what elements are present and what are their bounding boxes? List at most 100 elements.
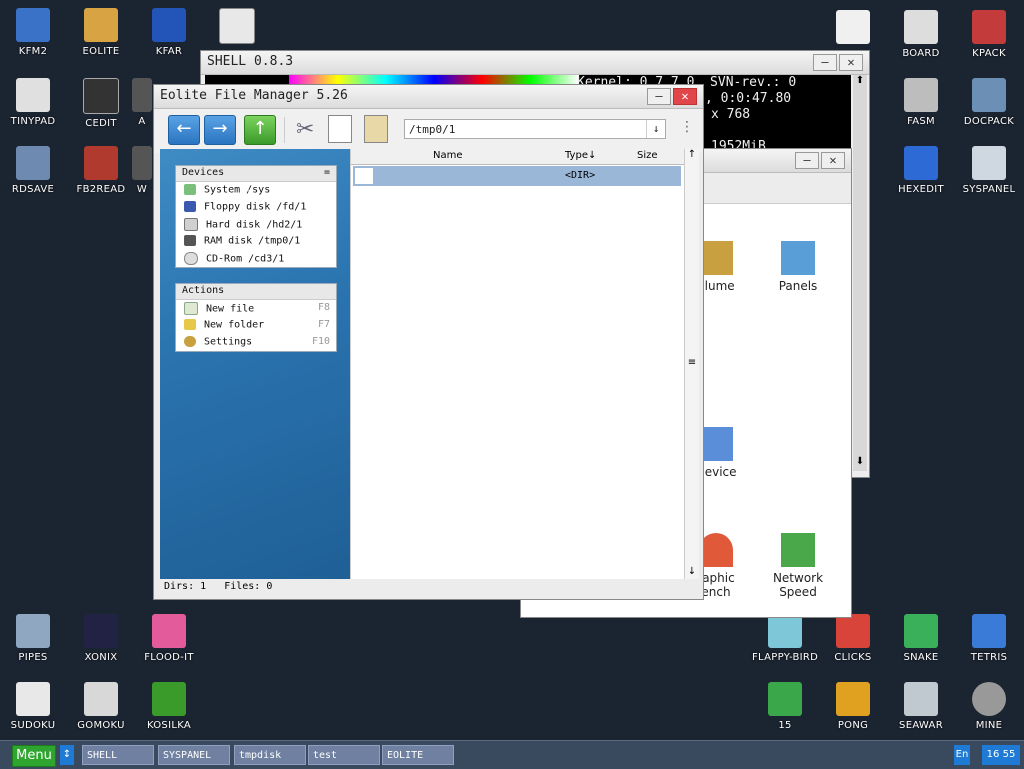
- syspanel-launcher[interactable]: SYSPANEL: [956, 146, 1022, 195]
- shell-scroll-up-icon[interactable]: ⬆: [853, 75, 867, 86]
- volume-icon: [699, 241, 733, 275]
- column-type[interactable]: Type↓: [565, 150, 596, 161]
- rdsave-icon: [16, 146, 50, 180]
- new-folder-action[interactable]: New folder F7: [176, 317, 336, 334]
- taskbar-item-eolite[interactable]: EOLITE: [382, 745, 454, 765]
- calculator-launcher[interactable]: [204, 8, 270, 48]
- switch-icon[interactable]: ↕: [60, 745, 74, 765]
- shell-minimize-button[interactable]: —: [813, 54, 837, 71]
- settings-label: Settings: [204, 336, 253, 348]
- kosilka-launcher[interactable]: KOSILKA: [136, 682, 202, 731]
- devices-header-label: Devices: [182, 167, 225, 178]
- pipes-launcher[interactable]: PIPES: [0, 614, 66, 663]
- file-list-scrollbar[interactable]: ↑ ≡ ↓: [684, 149, 699, 579]
- ram-disk-device[interactable]: RAM disk /tmp0/1: [176, 233, 336, 250]
- paste-icon[interactable]: [364, 115, 388, 143]
- flood-it-launcher[interactable]: FLOOD-IT: [136, 614, 202, 663]
- kpack-launcher[interactable]: KPACK: [956, 10, 1022, 59]
- taskbar-item-shell[interactable]: SHELL: [82, 745, 154, 765]
- devices-collapse-icon[interactable]: =: [324, 167, 330, 178]
- board-launcher[interactable]: BOARD: [888, 10, 954, 59]
- syspanel-minimize-button[interactable]: —: [795, 152, 819, 169]
- cut-icon[interactable]: ✂: [296, 117, 314, 142]
- path-field[interactable]: /tmp0/1 ↓: [404, 119, 666, 139]
- hard-disk-icon: [184, 218, 198, 231]
- flappy-bird-launcher[interactable]: FLAPPY-BIRD: [752, 614, 818, 663]
- kosilka-icon: [152, 682, 186, 716]
- column-size[interactable]: Size: [637, 150, 658, 161]
- syspanel-label: SYSPANEL: [962, 184, 1016, 195]
- shell-scroll-down-icon[interactable]: ⬇: [853, 456, 867, 467]
- xonix-launcher[interactable]: XONIX: [68, 614, 134, 663]
- language-indicator[interactable]: En: [954, 745, 970, 765]
- graphic-bench-icon: [699, 533, 733, 567]
- flood-it-label: FLOOD-IT: [144, 652, 194, 663]
- flood-it-icon: [152, 614, 186, 648]
- syspanel-close-button[interactable]: ✕: [821, 152, 845, 169]
- eolite-launcher[interactable]: EOLITE: [68, 8, 134, 57]
- taskbar-item-tmpdisk[interactable]: tmpdisk: [234, 745, 306, 765]
- panels-icon: [781, 241, 815, 275]
- shell-title: SHELL 0.8.3: [207, 54, 294, 69]
- clicks-icon: [836, 614, 870, 648]
- shell-close-button[interactable]: ✕: [839, 54, 863, 71]
- a-icon: [132, 78, 152, 112]
- gears-launcher[interactable]: [820, 10, 886, 48]
- rdsave-launcher[interactable]: RDSAVE: [0, 146, 66, 195]
- hexedit-launcher[interactable]: HEXEDIT: [888, 146, 954, 195]
- cdrom-device[interactable]: CD-Rom /cd3/1: [176, 250, 336, 267]
- scroll-thumb-icon[interactable]: ≡: [685, 357, 699, 368]
- syspanel-item-panels[interactable]: Panels: [753, 241, 843, 293]
- menu-button[interactable]: Menu: [12, 745, 56, 767]
- up-arrow-icon: ↑: [252, 118, 268, 139]
- gomoku-launcher[interactable]: GOMOKU: [68, 682, 134, 731]
- table-row[interactable]: <DIR>: [353, 166, 681, 186]
- hard-disk-device[interactable]: Hard disk /hd2/1: [176, 216, 336, 233]
- scroll-down-icon[interactable]: ↓: [685, 566, 699, 577]
- kfm2-launcher[interactable]: KFM2: [0, 8, 66, 57]
- new-file-action[interactable]: New file F8: [176, 300, 336, 317]
- taskbar-item-syspanel[interactable]: SYSPANEL: [158, 745, 230, 765]
- xonix-icon: [84, 614, 118, 648]
- file-list[interactable]: Name Type↓ Size <DIR> ↑ ≡ ↓: [350, 149, 699, 579]
- eolite-titlebar[interactable]: Eolite File Manager 5.26 — ✕: [154, 85, 703, 109]
- column-name[interactable]: Name: [433, 150, 463, 161]
- scroll-up-icon[interactable]: ↑: [685, 149, 699, 160]
- taskbar-item-test[interactable]: test: [308, 745, 380, 765]
- kfar-launcher[interactable]: KFAR: [136, 8, 202, 57]
- actions-header-label: Actions: [182, 285, 225, 296]
- up-button[interactable]: ↑: [244, 115, 276, 145]
- shell-scrollbar[interactable]: ⬆ ⬇: [853, 75, 867, 471]
- snake-launcher[interactable]: SNAKE: [888, 614, 954, 663]
- seawar-launcher[interactable]: SEAWAR: [888, 682, 954, 731]
- shell-titlebar[interactable]: SHELL 0.8.3 — ✕: [201, 51, 869, 75]
- eolite-minimize-button[interactable]: —: [647, 88, 671, 105]
- tinypad-launcher[interactable]: TINYPAD: [0, 78, 66, 127]
- calculator-icon: [219, 8, 255, 44]
- copy-icon[interactable]: [328, 115, 352, 143]
- back-button[interactable]: ←: [168, 115, 200, 145]
- floppy-device[interactable]: Floppy disk /fd/1: [176, 199, 336, 216]
- new-file-label: New file: [206, 303, 255, 315]
- fifteen-launcher[interactable]: 15: [752, 682, 818, 731]
- syspanel-item-network-speed[interactable]: Network Speed: [753, 533, 843, 599]
- pong-launcher[interactable]: PONG: [820, 682, 886, 731]
- forward-button[interactable]: →: [204, 115, 236, 145]
- hard-disk-device-label: Hard disk /hd2/1: [206, 219, 303, 231]
- settings-icon: [184, 336, 196, 347]
- more-menu-icon[interactable]: ⋮: [680, 119, 694, 135]
- tinypad-label: TINYPAD: [10, 116, 56, 127]
- docpack-launcher[interactable]: DOCPACK: [956, 78, 1022, 127]
- settings-action[interactable]: Settings F10: [176, 334, 336, 351]
- sudoku-launcher[interactable]: SUDOKU: [0, 682, 66, 731]
- clicks-launcher[interactable]: CLICKS: [820, 614, 886, 663]
- path-dropdown-icon[interactable]: ↓: [646, 120, 665, 138]
- eolite-close-button[interactable]: ✕: [673, 88, 697, 105]
- fasm-launcher[interactable]: FASM: [888, 78, 954, 127]
- mine-launcher[interactable]: MINE: [956, 682, 1022, 731]
- eolite-window[interactable]: Eolite File Manager 5.26 — ✕ ← → ↑ ✂ /tm…: [153, 84, 704, 600]
- kfar-label: KFAR: [155, 46, 183, 57]
- tetris-launcher[interactable]: TETRIS: [956, 614, 1022, 663]
- fifteen-label: 15: [778, 720, 792, 731]
- status-text: Dirs: 1 Files: 0: [164, 581, 273, 592]
